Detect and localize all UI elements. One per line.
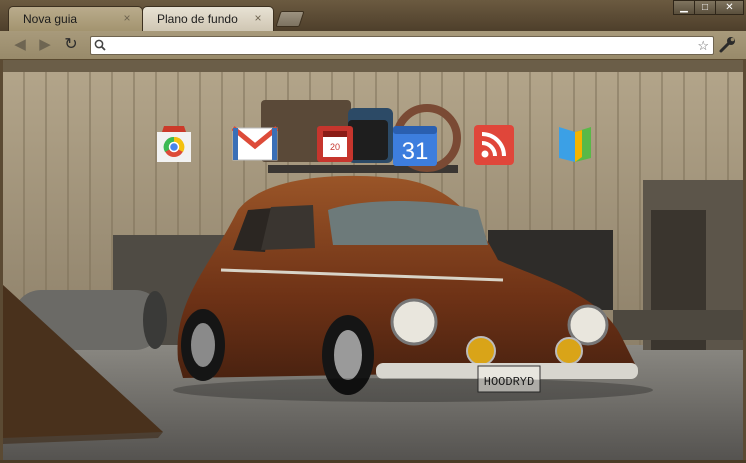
calendar-icon: 31	[393, 126, 437, 166]
books-icon-number: 20	[330, 142, 340, 152]
toolbar: ◀ ▶ ↻ ☆	[0, 31, 746, 60]
app-livros[interactable]	[555, 124, 595, 164]
close-window-button[interactable]: ✕	[715, 0, 744, 15]
bookmark-star-icon[interactable]: ☆	[697, 38, 709, 54]
tab-title: Nova guia	[23, 12, 78, 26]
tab-strip: Nova guia × Plano de fundo × ▁ □ ✕	[0, 0, 746, 31]
app-calendar[interactable]: 31	[391, 124, 437, 166]
app-reader[interactable]	[473, 124, 514, 165]
tab-title: Plano de fundo	[157, 12, 238, 26]
forward-button[interactable]: ▶	[36, 36, 54, 54]
wrench-menu-icon[interactable]	[718, 36, 738, 54]
back-button[interactable]: ◀	[11, 36, 29, 54]
tab-background[interactable]: Plano de fundo ×	[142, 6, 274, 31]
app-books[interactable]: 20	[315, 124, 355, 164]
new-tab-button[interactable]	[275, 11, 305, 27]
books-icon: 20	[317, 126, 353, 162]
tab-new-tab[interactable]: Nova guia ×	[8, 6, 143, 31]
web-store-icon	[157, 126, 191, 162]
address-input[interactable]	[109, 37, 689, 54]
open-book-icon	[559, 127, 591, 162]
search-icon	[94, 39, 106, 51]
rss-icon	[474, 125, 514, 165]
app-web-store[interactable]	[154, 124, 194, 164]
minimize-button[interactable]: ▁	[673, 0, 695, 15]
new-tab-page: HOODRYD 20 31	[3, 60, 743, 460]
browser-window: Nova guia × Plano de fundo × ▁ □ ✕ ◀ ▶ ↻…	[0, 0, 746, 463]
close-tab-icon[interactable]: ×	[252, 11, 264, 25]
app-gmail[interactable]	[231, 124, 279, 164]
close-tab-icon[interactable]: ×	[121, 11, 133, 25]
maximize-button[interactable]: □	[694, 0, 716, 15]
gmail-icon	[231, 126, 279, 161]
calendar-icon-number: 31	[402, 138, 429, 165]
wallpaper-image: HOODRYD	[3, 60, 743, 460]
reload-button[interactable]: ↻	[62, 36, 80, 54]
omnibox[interactable]: ☆	[90, 36, 714, 55]
